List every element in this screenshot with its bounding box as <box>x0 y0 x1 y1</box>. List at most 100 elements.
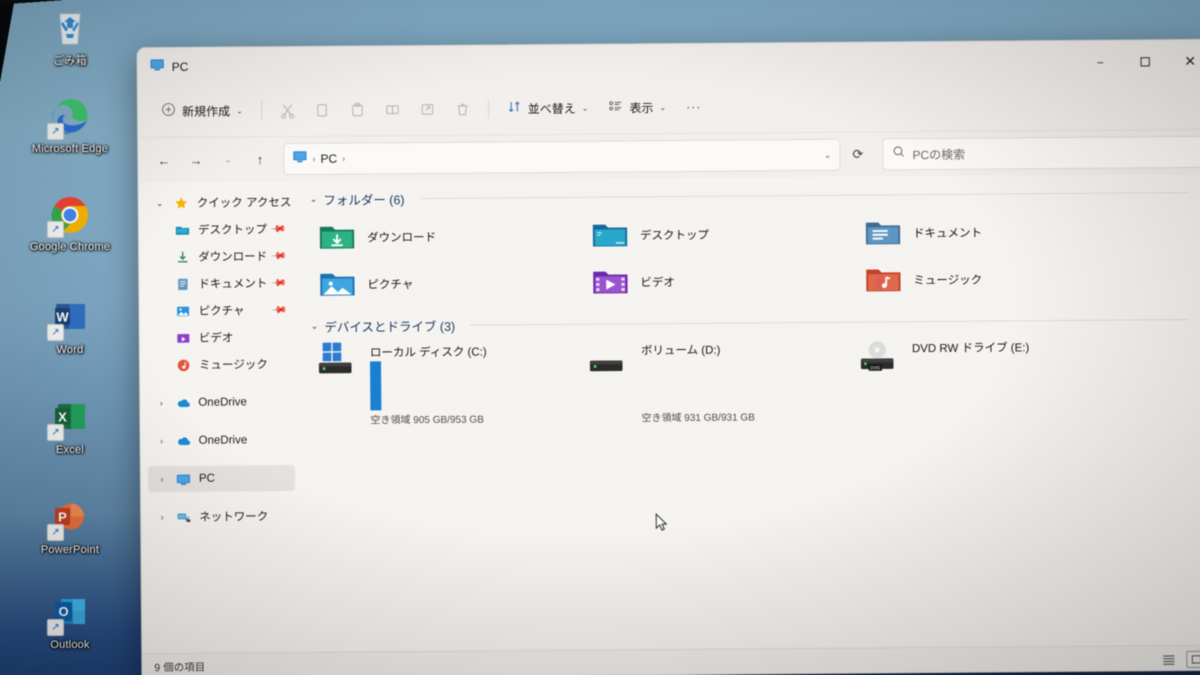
sidebar-item-onedrive-1[interactable]: › OneDrive <box>147 389 294 416</box>
sidebar-item-downloads[interactable]: ダウンロード 📌 <box>146 243 293 270</box>
shortcut-overlay-icon: ↗ <box>47 221 64 238</box>
desktop-icon-word[interactable]: W ↗ Word <box>0 295 140 356</box>
sidebar-item-videos[interactable]: ビデオ <box>147 324 294 351</box>
new-button[interactable]: 新規作成 ⌄ <box>152 95 252 127</box>
sidebar-item-label: OneDrive <box>198 434 248 447</box>
desktop-icon-label: Outlook <box>50 639 90 651</box>
sidebar-item-desktop[interactable]: デスクトップ 📌 <box>146 216 293 243</box>
twisty-icon[interactable]: › <box>156 474 168 484</box>
rename-button[interactable] <box>376 94 409 125</box>
drives-group-header[interactable]: ⌄ デバイスとドライブ (3) <box>311 310 1200 336</box>
desktop-folder-icon <box>174 221 191 238</box>
drive-item[interactable]: ローカル ディスク (C:) 空き領域 905 GB/953 GB <box>311 339 583 428</box>
folder-item[interactable]: デスクトップ <box>583 210 856 259</box>
pin-icon[interactable]: 📌 <box>269 221 286 237</box>
sidebar-item-pictures[interactable]: ピクチャ 📌 <box>147 297 294 324</box>
breadcrumb-separator-2[interactable]: › <box>342 154 345 164</box>
desktop-icon-powerpoint[interactable]: P ↗ PowerPoint <box>0 495 140 556</box>
view-button[interactable]: 表示 ⌄ <box>599 92 675 124</box>
microsoft-powerpoint-icon: P ↗ <box>47 495 93 541</box>
pictures-folder-icon <box>318 269 356 300</box>
sidebar-item-pc[interactable]: › PC <box>147 465 296 493</box>
sidebar-item-documents[interactable]: ドキュメント 📌 <box>146 270 293 297</box>
up-button[interactable]: ↑ <box>245 145 274 174</box>
folder-item[interactable]: ミュージック <box>856 254 1129 303</box>
desktop-icon-outlook[interactable]: O ↗ Outlook <box>0 590 140 651</box>
address-bar[interactable]: › PC › ⌄ <box>283 138 841 176</box>
refresh-button[interactable]: ⟳ <box>843 140 872 169</box>
desktop-icon-excel[interactable]: X ↗ Excel <box>0 395 140 456</box>
details-view-icon[interactable] <box>1160 652 1177 667</box>
recent-locations-button[interactable]: ⌄ <box>213 145 242 174</box>
downloads-folder-icon <box>318 222 356 253</box>
sidebar-item-onedrive-2[interactable]: › OneDrive <box>148 427 295 454</box>
sidebar-item-music[interactable]: ミュージック <box>147 351 294 378</box>
folder-item[interactable]: ダウンロード <box>310 212 583 261</box>
this-pc-icon <box>175 470 192 487</box>
monitor-photo: ごみ箱 ↗ Microsoft Edge ↗ Google Chrome W ↗… <box>0 0 1200 675</box>
desktop-icon-microsoft-edge[interactable]: ↗ Microsoft Edge <box>0 94 140 155</box>
videos-folder-icon <box>591 266 629 297</box>
search-box[interactable]: PCの検索 <box>882 135 1200 171</box>
folder-name: ドキュメント <box>912 227 983 240</box>
desktop-icon-google-chrome[interactable]: ↗ Google Chrome <box>0 192 140 253</box>
breadcrumb-item-pc[interactable]: PC <box>320 152 337 166</box>
folder-name: ダウンロード <box>366 231 437 244</box>
search-input[interactable]: PCの検索 <box>912 145 965 162</box>
music-folder-icon <box>864 264 902 295</box>
onedrive-icon <box>174 394 191 411</box>
share-button[interactable] <box>411 93 444 124</box>
twisty-icon[interactable]: › <box>156 436 168 446</box>
file-list-area[interactable]: ⌄ フォルダー (6) ダウンロード デスクトップ ドキュメント ピクチャ ビデ… <box>298 174 1200 652</box>
drive-name: ボリューム (D:) <box>640 344 721 358</box>
sort-icon <box>507 99 522 117</box>
twisty-icon[interactable]: › <box>156 512 168 522</box>
ellipsis-icon: ··· <box>686 99 702 114</box>
delete-button[interactable] <box>446 93 479 124</box>
twisty-icon[interactable]: ⌄ <box>311 321 319 332</box>
forward-button[interactable]: → <box>181 145 210 174</box>
maximize-button[interactable] <box>1123 40 1168 83</box>
drive-item[interactable]: DVD DVD RW ドライブ (E:) <box>853 334 1124 388</box>
this-pc-icon <box>150 57 165 77</box>
close-button[interactable]: ✕ <box>1168 40 1200 83</box>
search-icon <box>892 145 905 163</box>
more-options-button[interactable]: ··· <box>677 91 710 122</box>
svg-text:DVD: DVD <box>870 365 881 371</box>
sidebar-item-network[interactable]: › ネットワーク <box>148 503 295 530</box>
address-chevron-down-icon[interactable]: ⌄ <box>824 149 832 160</box>
drive-free-space: 空き領域 905 GB/953 GB <box>370 414 484 427</box>
twisty-icon[interactable]: ⌄ <box>154 198 166 209</box>
twisty-icon[interactable]: › <box>155 398 167 408</box>
minimize-button[interactable]: − <box>1078 40 1123 83</box>
file-explorer-window: PC − ✕ 新規作成 ⌄ 並べ替え ⌄ 表示 ⌄ ··· ← → ⌄ ↑ › … <box>136 38 1200 675</box>
microsoft-edge-icon: ↗ <box>47 94 93 140</box>
cut-button[interactable] <box>271 94 304 125</box>
folder-item[interactable]: ドキュメント <box>856 207 1129 256</box>
pin-icon[interactable]: 📌 <box>270 248 287 264</box>
folder-item[interactable]: ビデオ <box>583 257 856 306</box>
network-icon <box>175 508 192 525</box>
sidebar-item-quick-access[interactable]: ⌄ クイック アクセス <box>146 189 293 216</box>
svg-text:W: W <box>56 310 69 325</box>
folders-group-header[interactable]: ⌄ フォルダー (6) <box>310 183 1200 209</box>
desktop-icon-label: Excel <box>56 444 84 456</box>
chevron-down-icon: ⌄ <box>659 102 667 112</box>
drive-item[interactable]: ボリューム (D:) 空き領域 931 GB/931 GB <box>582 337 854 426</box>
desktop-icon-recycle-bin[interactable]: ごみ箱 <box>0 6 140 67</box>
back-button[interactable]: ← <box>149 145 178 174</box>
shortcut-overlay-icon: ↗ <box>47 524 64 541</box>
folders-tile-list: ダウンロード デスクトップ ドキュメント ピクチャ ビデオ ミュージック <box>310 207 1200 308</box>
large-icons-view-icon[interactable] <box>1186 650 1200 668</box>
paste-button[interactable] <box>341 94 374 125</box>
copy-button[interactable] <box>306 94 339 125</box>
pin-icon[interactable]: 📌 <box>270 275 287 291</box>
sort-button[interactable]: 並べ替え ⌄ <box>498 92 598 124</box>
twisty-icon[interactable]: ⌄ <box>310 194 318 205</box>
svg-text:P: P <box>58 510 67 525</box>
desktop-icon-label: Word <box>56 344 84 356</box>
folder-item[interactable]: ピクチャ <box>310 259 583 308</box>
pin-icon[interactable]: 📌 <box>270 302 287 318</box>
window-title: PC <box>171 59 189 74</box>
drives-group-title: デバイスとドライブ (3) <box>324 319 456 335</box>
